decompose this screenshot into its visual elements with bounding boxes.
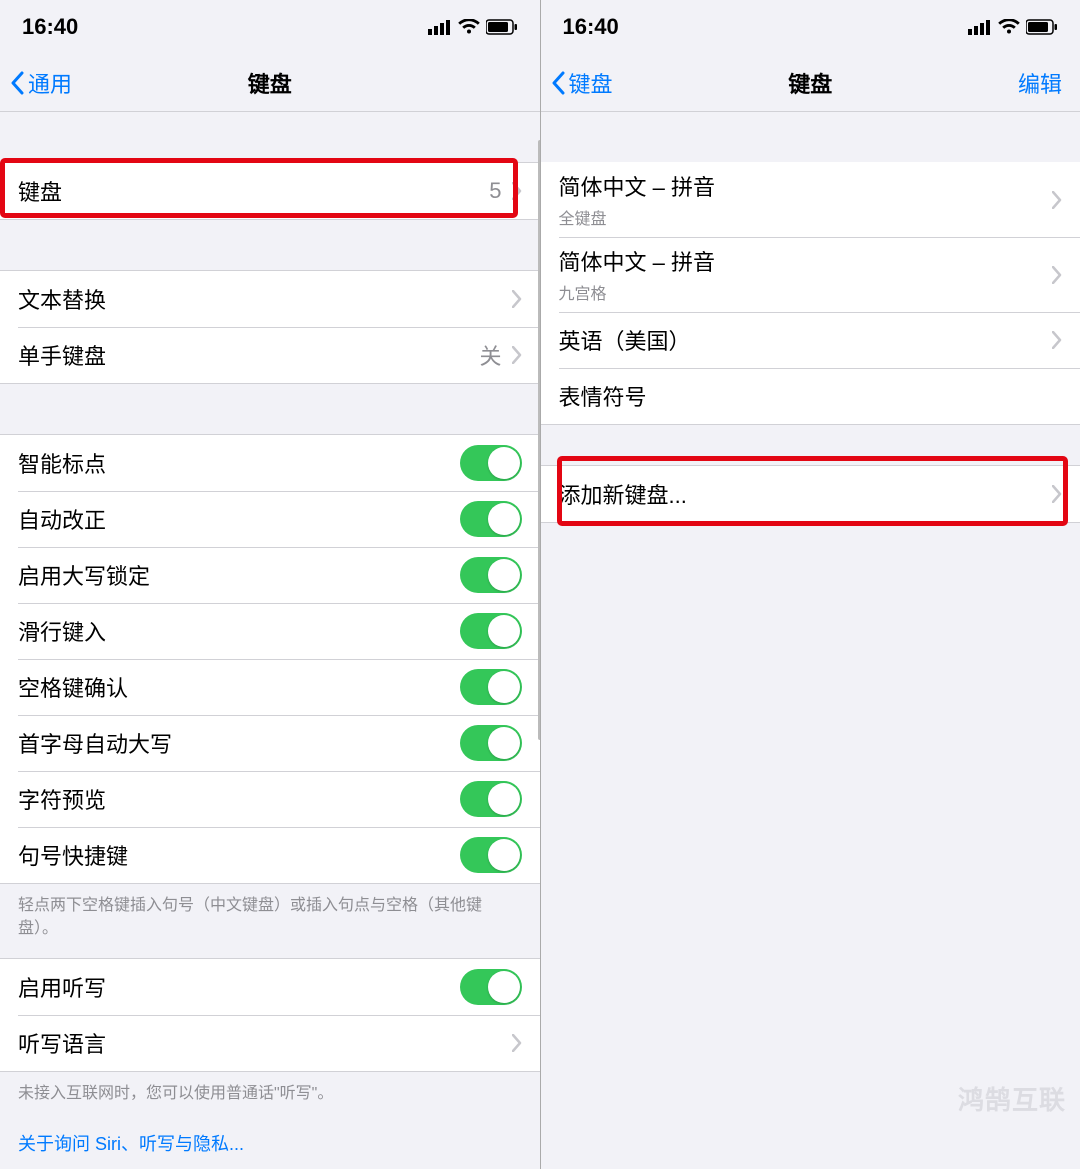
row-toggle[interactable]: 句号快捷键 — [0, 827, 540, 883]
chevron-left-icon — [10, 71, 26, 95]
toggle-switch[interactable] — [460, 501, 522, 537]
row-label: 简体中文 – 拼音 — [559, 245, 715, 277]
status-time: 16:40 — [22, 14, 78, 40]
chevron-right-icon — [1052, 331, 1062, 349]
nav-back-button[interactable]: 键盘 — [551, 67, 613, 99]
row-label: 句号快捷键 — [18, 839, 128, 871]
toggle-switch[interactable] — [460, 613, 522, 649]
spacer — [541, 425, 1080, 465]
row-text-replacement[interactable]: 文本替换 — [0, 271, 540, 327]
toggle-switch[interactable] — [460, 725, 522, 761]
row-label: 添加新键盘... — [559, 478, 687, 510]
row-label: 字符预览 — [18, 783, 106, 815]
spacer — [541, 112, 1080, 162]
row-label: 英语（美国） — [559, 324, 691, 356]
row-keyboard-item[interactable]: 表情符号 — [541, 368, 1080, 424]
watermark: 鸿鹄互联 — [958, 1080, 1066, 1117]
nav-back-label: 键盘 — [569, 67, 613, 99]
row-keyboard-item[interactable]: 简体中文 – 拼音九宫格 — [541, 237, 1080, 312]
group-dictation: 启用听写 听写语言 — [0, 958, 540, 1072]
row-one-hand-keyboard[interactable]: 单手键盘 关 — [0, 327, 540, 383]
chevron-right-icon — [512, 1034, 522, 1052]
row-add-new-keyboard[interactable]: 添加新键盘... — [541, 466, 1080, 522]
row-label: 听写语言 — [18, 1027, 106, 1059]
row-label: 空格键确认 — [18, 671, 128, 703]
row-label: 启用大写锁定 — [18, 559, 150, 591]
wifi-icon — [998, 19, 1020, 35]
toggle-switch[interactable] — [460, 781, 522, 817]
row-dictation-language[interactable]: 听写语言 — [0, 1015, 540, 1071]
chevron-right-icon — [512, 290, 522, 308]
row-keyboard-item[interactable]: 英语（美国） — [541, 312, 1080, 368]
status-time: 16:40 — [563, 14, 619, 40]
row-label: 表情符号 — [559, 380, 647, 412]
nav-back-button[interactable]: 通用 — [10, 67, 72, 99]
footer-text-period: 轻点两下空格键插入句号（中文键盘）或插入句点与空格（其他键盘）。 — [0, 884, 540, 958]
status-icons — [968, 19, 1058, 35]
row-label: 滑行键入 — [18, 615, 106, 647]
group-text: 文本替换 单手键盘 关 — [0, 270, 540, 384]
signal-icon — [428, 19, 452, 35]
nav-header: 键盘 键盘 编辑 — [541, 54, 1080, 112]
row-toggle[interactable]: 空格键确认 — [0, 659, 540, 715]
chevron-right-icon — [1052, 266, 1062, 284]
spacer — [0, 112, 540, 162]
nav-header: 通用 键盘 — [0, 54, 540, 112]
link-siri-privacy[interactable]: 关于询问 Siri、听写与隐私... — [0, 1124, 540, 1162]
group-keyboard: 键盘 5 — [0, 162, 540, 220]
toggle-switch[interactable] — [460, 445, 522, 481]
row-value: 5 — [489, 178, 501, 204]
row-label: 启用听写 — [18, 971, 106, 1003]
row-toggle[interactable]: 滑行键入 — [0, 603, 540, 659]
row-label: 文本替换 — [18, 283, 106, 315]
chevron-right-icon — [512, 182, 522, 200]
row-label: 自动改正 — [18, 503, 106, 535]
row-label: 单手键盘 — [18, 339, 106, 371]
nav-edit-button[interactable]: 编辑 — [1018, 67, 1062, 99]
row-keyboard-item[interactable]: 简体中文 – 拼音全键盘 — [541, 162, 1080, 237]
group-keyboard-list: 简体中文 – 拼音全键盘简体中文 – 拼音九宫格英语（美国）表情符号 — [541, 162, 1080, 425]
spacer — [0, 384, 540, 434]
row-toggle[interactable]: 首字母自动大写 — [0, 715, 540, 771]
row-sublabel: 九宫格 — [559, 280, 715, 304]
toggle-switch[interactable] — [460, 837, 522, 873]
signal-icon — [968, 19, 992, 35]
chevron-left-icon — [551, 71, 567, 95]
row-toggle[interactable]: 启用大写锁定 — [0, 547, 540, 603]
row-enable-dictation[interactable]: 启用听写 — [0, 959, 540, 1015]
chevron-right-icon — [512, 346, 522, 364]
battery-icon — [1026, 19, 1058, 35]
group-toggles: 智能标点自动改正启用大写锁定滑行键入空格键确认首字母自动大写字符预览句号快捷键 — [0, 434, 540, 884]
row-toggle[interactable]: 字符预览 — [0, 771, 540, 827]
row-sublabel: 全键盘 — [559, 205, 715, 229]
nav-title: 键盘 — [248, 67, 292, 99]
toggle-switch[interactable] — [460, 669, 522, 705]
nav-title: 键盘 — [788, 67, 832, 99]
row-label: 键盘 — [18, 175, 62, 207]
row-keyboards[interactable]: 键盘 5 — [0, 163, 540, 219]
row-label: 首字母自动大写 — [18, 727, 172, 759]
battery-icon — [486, 19, 518, 35]
row-label: 简体中文 – 拼音 — [559, 170, 715, 202]
spacer — [0, 220, 540, 270]
toggle-switch[interactable] — [460, 557, 522, 593]
row-label: 智能标点 — [18, 447, 106, 479]
chevron-right-icon — [1052, 485, 1062, 503]
toggle-switch[interactable] — [460, 969, 522, 1005]
group-add-keyboard: 添加新键盘... — [541, 465, 1080, 523]
nav-back-label: 通用 — [28, 67, 72, 99]
wifi-icon — [458, 19, 480, 35]
chevron-right-icon — [1052, 191, 1062, 209]
footer-text-dictation: 未接入互联网时，您可以使用普通话"听写"。 — [0, 1072, 540, 1123]
phone-left: 16:40 通用 键盘 键盘 5 — [0, 0, 541, 1169]
phone-right: 16:40 键盘 键盘 编辑 简体中文 – 拼音全键盘简体中文 – 拼音九宫格英… — [541, 0, 1080, 1169]
status-bar: 16:40 — [0, 0, 540, 54]
status-icons — [428, 19, 518, 35]
row-value: 关 — [479, 339, 501, 371]
status-bar: 16:40 — [541, 0, 1080, 54]
row-toggle[interactable]: 自动改正 — [0, 491, 540, 547]
row-toggle[interactable]: 智能标点 — [0, 435, 540, 491]
